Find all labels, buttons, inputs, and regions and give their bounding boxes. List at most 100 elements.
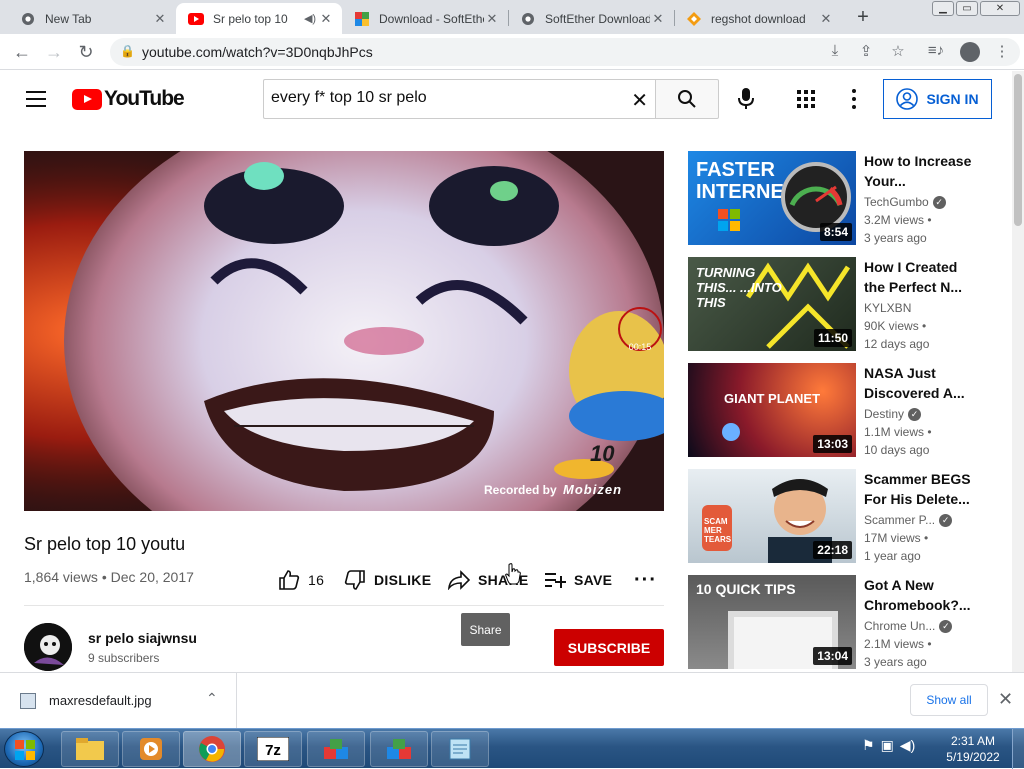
share-tooltip: Share [461, 613, 510, 646]
video-duration: 13:03 [813, 435, 852, 453]
reload-button[interactable]: ↻ [74, 41, 98, 63]
taskbar-7zip[interactable]: 7z [244, 731, 302, 767]
forward-button[interactable]: → [42, 41, 66, 63]
thumbs-down-icon [344, 570, 365, 590]
more-actions-icon[interactable]: ··· [634, 568, 657, 592]
search-button[interactable] [655, 79, 719, 119]
close-window-button[interactable]: ✕ [980, 1, 1020, 16]
show-all-downloads-button[interactable]: Show all [910, 684, 988, 716]
tab-softether-download-2[interactable]: SoftEther Download ✕ [508, 3, 674, 34]
lock-icon[interactable]: 🔒 [120, 44, 135, 58]
apps-grid-icon[interactable] [797, 90, 815, 108]
scrollbar-thumb[interactable] [1014, 74, 1022, 226]
recommended-video[interactable]: FASTER INTERNET 8:54 How to Increase You… [688, 151, 1008, 245]
like-button[interactable]: 16 [278, 568, 324, 592]
action-center-flag-icon[interactable]: ⚑ [862, 737, 875, 754]
download-item[interactable]: maxresdefault.jpg ⌃ [0, 673, 237, 729]
recommended-title[interactable]: Scammer BEGS For His Delete... [864, 469, 974, 509]
media-control-icon[interactable]: ≡♪ [926, 42, 946, 59]
browser-menu-icon[interactable]: ⋮ [992, 42, 1012, 60]
video-thumbnail[interactable]: SCAM MER TEARS 22:18 [688, 469, 856, 563]
verified-check-icon: ✓ [932, 195, 946, 209]
sign-in-button[interactable]: SIGN IN [883, 79, 992, 119]
add-to-playlist-icon [545, 573, 566, 588]
chevron-up-icon[interactable]: ⌃ [206, 690, 218, 707]
recommended-video[interactable]: GIANT PLANET 13:03 NASA Just Discovered … [688, 363, 1008, 457]
recommended-title[interactable]: How I Created the Perfect N... [864, 257, 974, 297]
back-button[interactable]: ← [10, 41, 34, 63]
dislike-button[interactable]: DISLIKE [344, 568, 431, 592]
video-thumbnail[interactable]: TURNING THIS... ...INTO THIS 11:50 [688, 257, 856, 351]
install-app-icon[interactable]: ⤓ [825, 42, 845, 59]
close-tab-icon[interactable]: ✕ [484, 11, 500, 27]
search-input[interactable] [271, 89, 621, 107]
video-thumbnail[interactable]: GIANT PLANET 13:03 [688, 363, 856, 457]
new-tab-button[interactable]: + [852, 6, 874, 28]
close-tab-icon[interactable]: ✕ [318, 11, 334, 27]
taskbar-media-player[interactable] [122, 731, 180, 767]
hamburger-menu-icon[interactable] [26, 91, 46, 107]
taskbar-app-blocks-1[interactable] [307, 731, 365, 767]
maximize-button[interactable]: ▭ [956, 1, 978, 16]
7zip-icon: 7z [257, 737, 289, 761]
bookmark-star-icon[interactable]: ☆ [888, 42, 908, 60]
recommended-video[interactable]: SCAM MER TEARS 22:18 Scammer BEGS For Hi… [688, 469, 1008, 563]
download-filename[interactable]: maxresdefault.jpg [49, 693, 152, 708]
view-count: 1,864 views [24, 569, 98, 585]
recommended-title[interactable]: How to Increase Your... [864, 151, 974, 191]
address-bar[interactable]: 🔒 youtube.com/watch?v=3D0nqbJhPcs ⤓ ⇪ ☆ [110, 38, 1020, 66]
windows-logo-icon [718, 209, 740, 231]
taskbar-notepad[interactable] [431, 731, 489, 767]
network-icon[interactable]: ▣ [881, 737, 894, 754]
taskbar-explorer[interactable] [61, 731, 119, 767]
youtube-header: YouTube ✕ SIGN IN [0, 71, 1012, 127]
recorder-watermark: Recorded by Mobizen [484, 482, 622, 497]
taskbar-clock[interactable]: 2:31 AM 5/19/2022 [940, 733, 1006, 765]
audio-playing-icon[interactable]: ◀) [302, 12, 318, 25]
show-desktop-button[interactable] [1012, 729, 1024, 769]
recommended-video[interactable]: 10 QUICK TIPS 13:04 Got A New Chromebook… [688, 575, 1008, 669]
clear-search-icon[interactable]: ✕ [631, 88, 648, 113]
taskbar-chrome[interactable] [183, 731, 241, 767]
youtube-logo[interactable]: YouTube [72, 87, 185, 111]
start-button[interactable] [4, 731, 44, 767]
share-page-icon[interactable]: ⇪ [856, 42, 876, 60]
window-controls: ▁ ▭ ✕ [932, 1, 1020, 16]
tab-regshot-download[interactable]: regshot download ✕ [674, 3, 842, 34]
minimize-button[interactable]: ▁ [932, 1, 954, 16]
subscribe-button[interactable]: SUBSCRIBE [554, 629, 664, 666]
page-scrollbar[interactable] [1012, 71, 1024, 672]
tab-softether-download[interactable]: Download - SoftEther ✕ [342, 3, 508, 34]
chrome-icon [20, 11, 36, 27]
tab-youtube-video[interactable]: Sr pelo top 10 ◀) ✕ [176, 3, 342, 34]
close-tab-icon[interactable]: ✕ [650, 11, 666, 27]
volume-icon[interactable]: ◀) [900, 737, 915, 754]
chrome-icon [520, 11, 536, 27]
close-tab-icon[interactable]: ✕ [818, 11, 834, 27]
recommended-channel: KYLXBN [864, 301, 911, 315]
save-label: SAVE [574, 572, 613, 588]
save-button[interactable]: SAVE [544, 568, 612, 592]
video-player[interactable]: 00:15 10 Recorded by Mobizen [24, 151, 664, 511]
channel-avatar[interactable] [24, 623, 72, 671]
tab-title: New Tab [45, 11, 92, 26]
taskbar-app-blocks-2[interactable] [370, 731, 428, 767]
video-thumbnail[interactable]: 10 QUICK TIPS 13:04 [688, 575, 856, 669]
verified-check-icon: ✓ [908, 407, 922, 421]
search-box[interactable]: ✕ [263, 79, 656, 119]
video-thumbnail[interactable]: FASTER INTERNET 8:54 [688, 151, 856, 245]
channel-name[interactable]: sr pelo siajwnsu [88, 630, 197, 646]
profile-avatar-icon[interactable] [960, 42, 980, 62]
settings-more-icon[interactable] [846, 89, 862, 109]
voice-search-button[interactable] [734, 87, 758, 111]
url-text[interactable]: youtube.com/watch?v=3D0nqbJhPcs [142, 44, 373, 60]
recommended-title[interactable]: Got A New Chromebook?... [864, 575, 974, 615]
recommended-title[interactable]: NASA Just Discovered A... [864, 363, 974, 403]
close-tab-icon[interactable]: ✕ [152, 11, 168, 27]
recommended-age: 1 year ago [864, 549, 921, 563]
close-download-shelf-icon[interactable]: ✕ [998, 689, 1013, 710]
tab-new-tab[interactable]: New Tab ✕ [8, 3, 176, 34]
recommended-age: 3 years ago [864, 655, 927, 669]
recommended-video[interactable]: TURNING THIS... ...INTO THIS 11:50 How I… [688, 257, 1008, 351]
image-file-icon [20, 693, 36, 709]
